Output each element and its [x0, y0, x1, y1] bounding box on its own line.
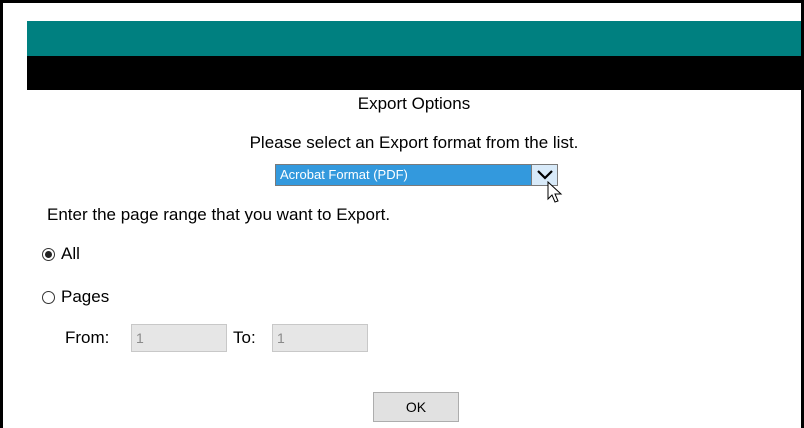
radio-pages-button[interactable] [42, 290, 55, 304]
to-label: To: [233, 328, 256, 347]
ok-button[interactable]: OK [373, 392, 459, 422]
format-instruction: Please select an Export format from the … [249, 133, 579, 152]
chevron-down-icon [537, 170, 553, 180]
radio-all-label: All [61, 244, 80, 263]
page-range-label: Enter the page range that you want to Ex… [47, 205, 391, 224]
export-format-select[interactable]: Acrobat Format (PDF) [275, 164, 558, 186]
from-label: From: [65, 328, 110, 347]
dialog-title: Export Options [357, 94, 471, 113]
mouse-pointer-icon [547, 181, 563, 203]
toolbar-bar [27, 56, 801, 90]
radio-all-button[interactable] [42, 247, 55, 261]
to-page-input[interactable]: 1 [272, 324, 368, 352]
radio-pages-label: Pages [61, 287, 110, 306]
from-page-input[interactable]: 1 [131, 324, 227, 352]
radio-option-pages[interactable]: Pages [42, 287, 109, 307]
header-bar [27, 21, 801, 56]
radio-option-all[interactable]: All [42, 244, 80, 264]
export-format-selected-value: Acrobat Format (PDF) [280, 167, 408, 182]
